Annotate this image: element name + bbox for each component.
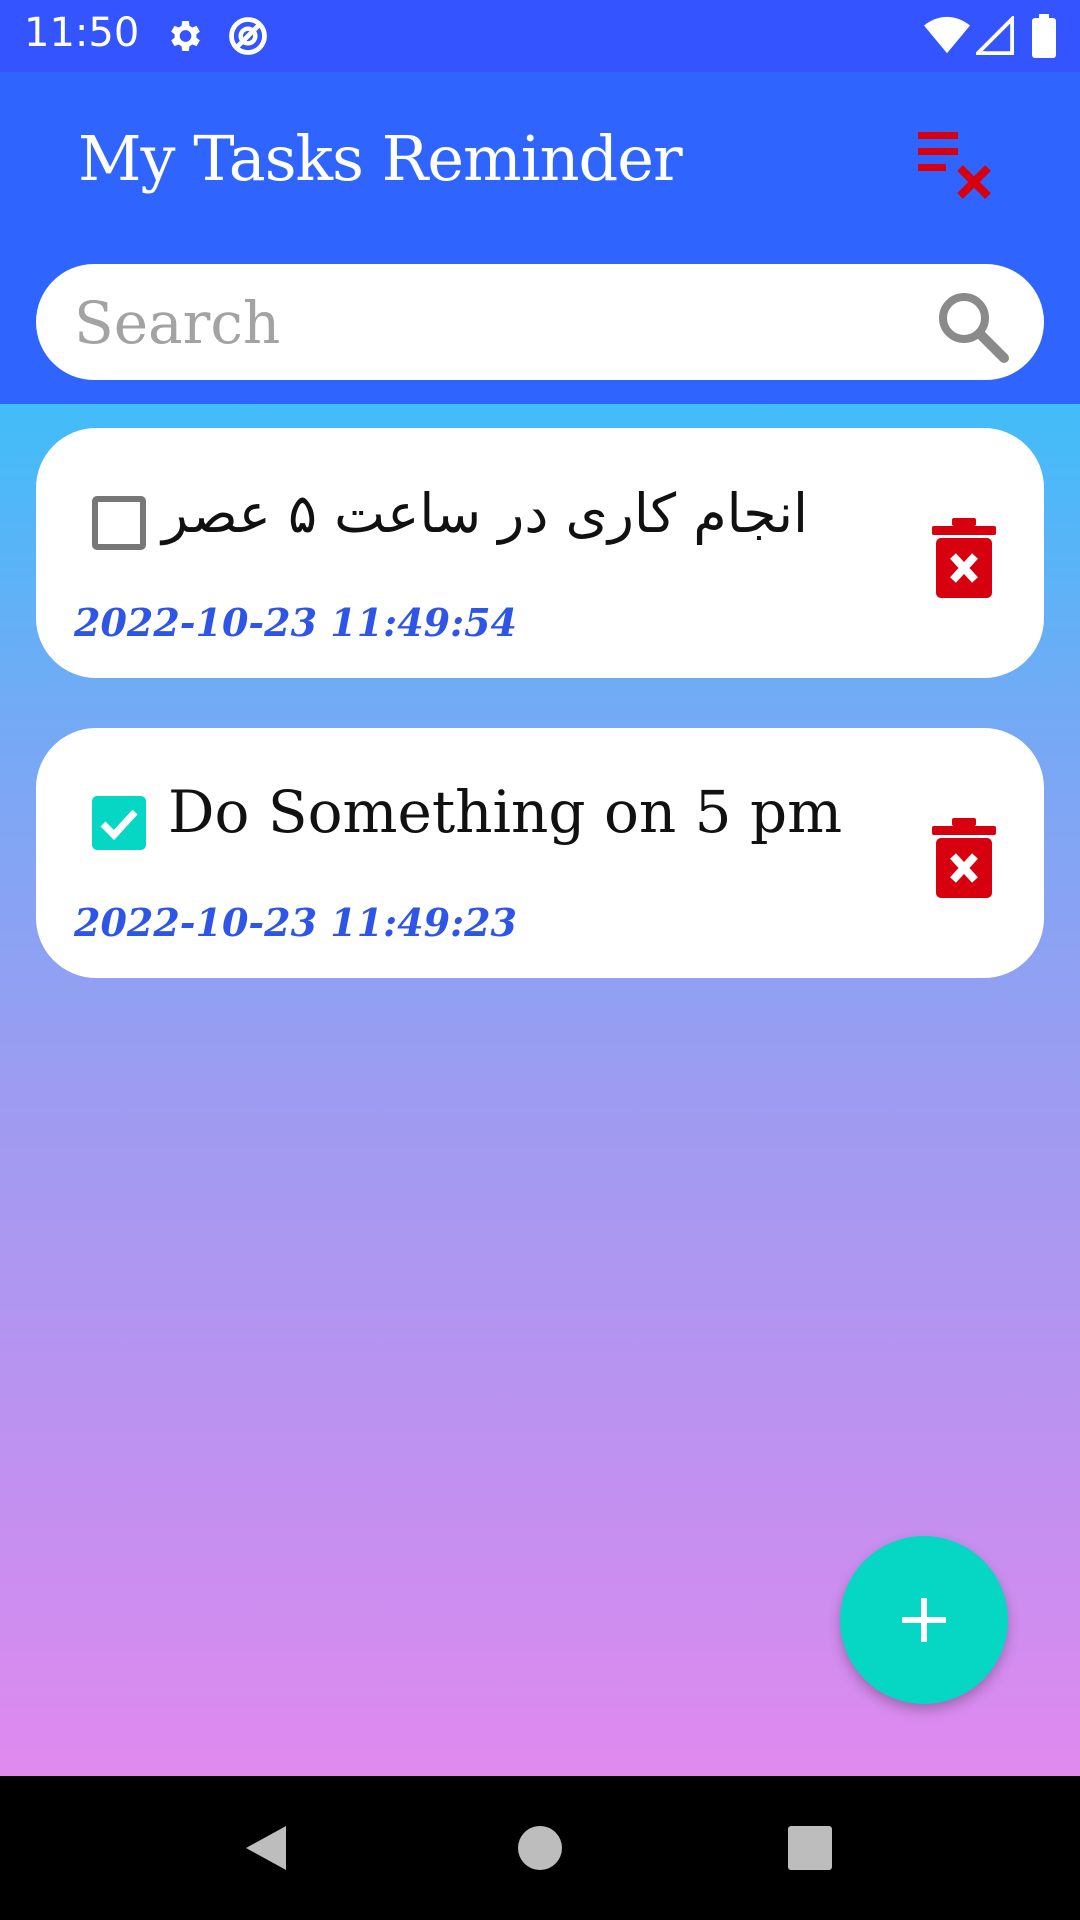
battery-icon — [1032, 14, 1056, 58]
sync-blocked-icon — [229, 17, 267, 55]
clear-all-button[interactable] — [914, 126, 994, 206]
add-task-button[interactable] — [840, 1536, 1008, 1704]
plus-icon — [902, 1598, 946, 1642]
search-bar — [36, 264, 1044, 382]
recents-button[interactable] — [778, 1816, 842, 1880]
delete-task-button[interactable] — [926, 816, 1002, 900]
task-date: 2022-10-23 11:49:54 — [74, 600, 517, 645]
search-icon — [939, 293, 1009, 363]
app-bar: My Tasks Reminder — [0, 72, 1080, 404]
home-icon — [518, 1826, 562, 1870]
delete-task-button[interactable] — [926, 516, 1002, 600]
home-button[interactable] — [508, 1816, 572, 1880]
cell-signal-icon — [976, 16, 1014, 55]
recents-icon — [788, 1826, 832, 1870]
trash-delete-icon — [932, 818, 996, 898]
wifi-icon — [924, 16, 970, 54]
settings-gear-icon — [171, 21, 200, 51]
status-bar: 11:50 — [0, 0, 1080, 72]
clear-list-icon — [918, 132, 991, 199]
task-card[interactable]: Do Something on 5 pm 2022-10-23 11:49:23 — [36, 728, 1044, 978]
back-button[interactable] — [236, 1816, 300, 1880]
back-icon — [246, 1826, 286, 1870]
navigation-bar — [0, 1776, 1080, 1920]
task-card[interactable]: انجام کاری در ساعت ۵ عصر 2022-10-23 11:4… — [36, 428, 1044, 678]
task-date: 2022-10-23 11:49:23 — [74, 900, 517, 945]
search-button[interactable] — [932, 286, 1012, 366]
status-time: 11:50 — [24, 10, 140, 56]
checkmark-icon — [100, 809, 138, 841]
task-checkbox[interactable] — [92, 796, 146, 850]
search-input[interactable] — [72, 264, 936, 382]
app-title: My Tasks Reminder — [78, 122, 683, 195]
task-checkbox[interactable] — [92, 496, 146, 550]
task-title: انجام کاری در ساعت ۵ عصر — [161, 482, 808, 545]
task-title: Do Something on 5 pm — [168, 778, 843, 846]
trash-delete-icon — [932, 518, 996, 598]
